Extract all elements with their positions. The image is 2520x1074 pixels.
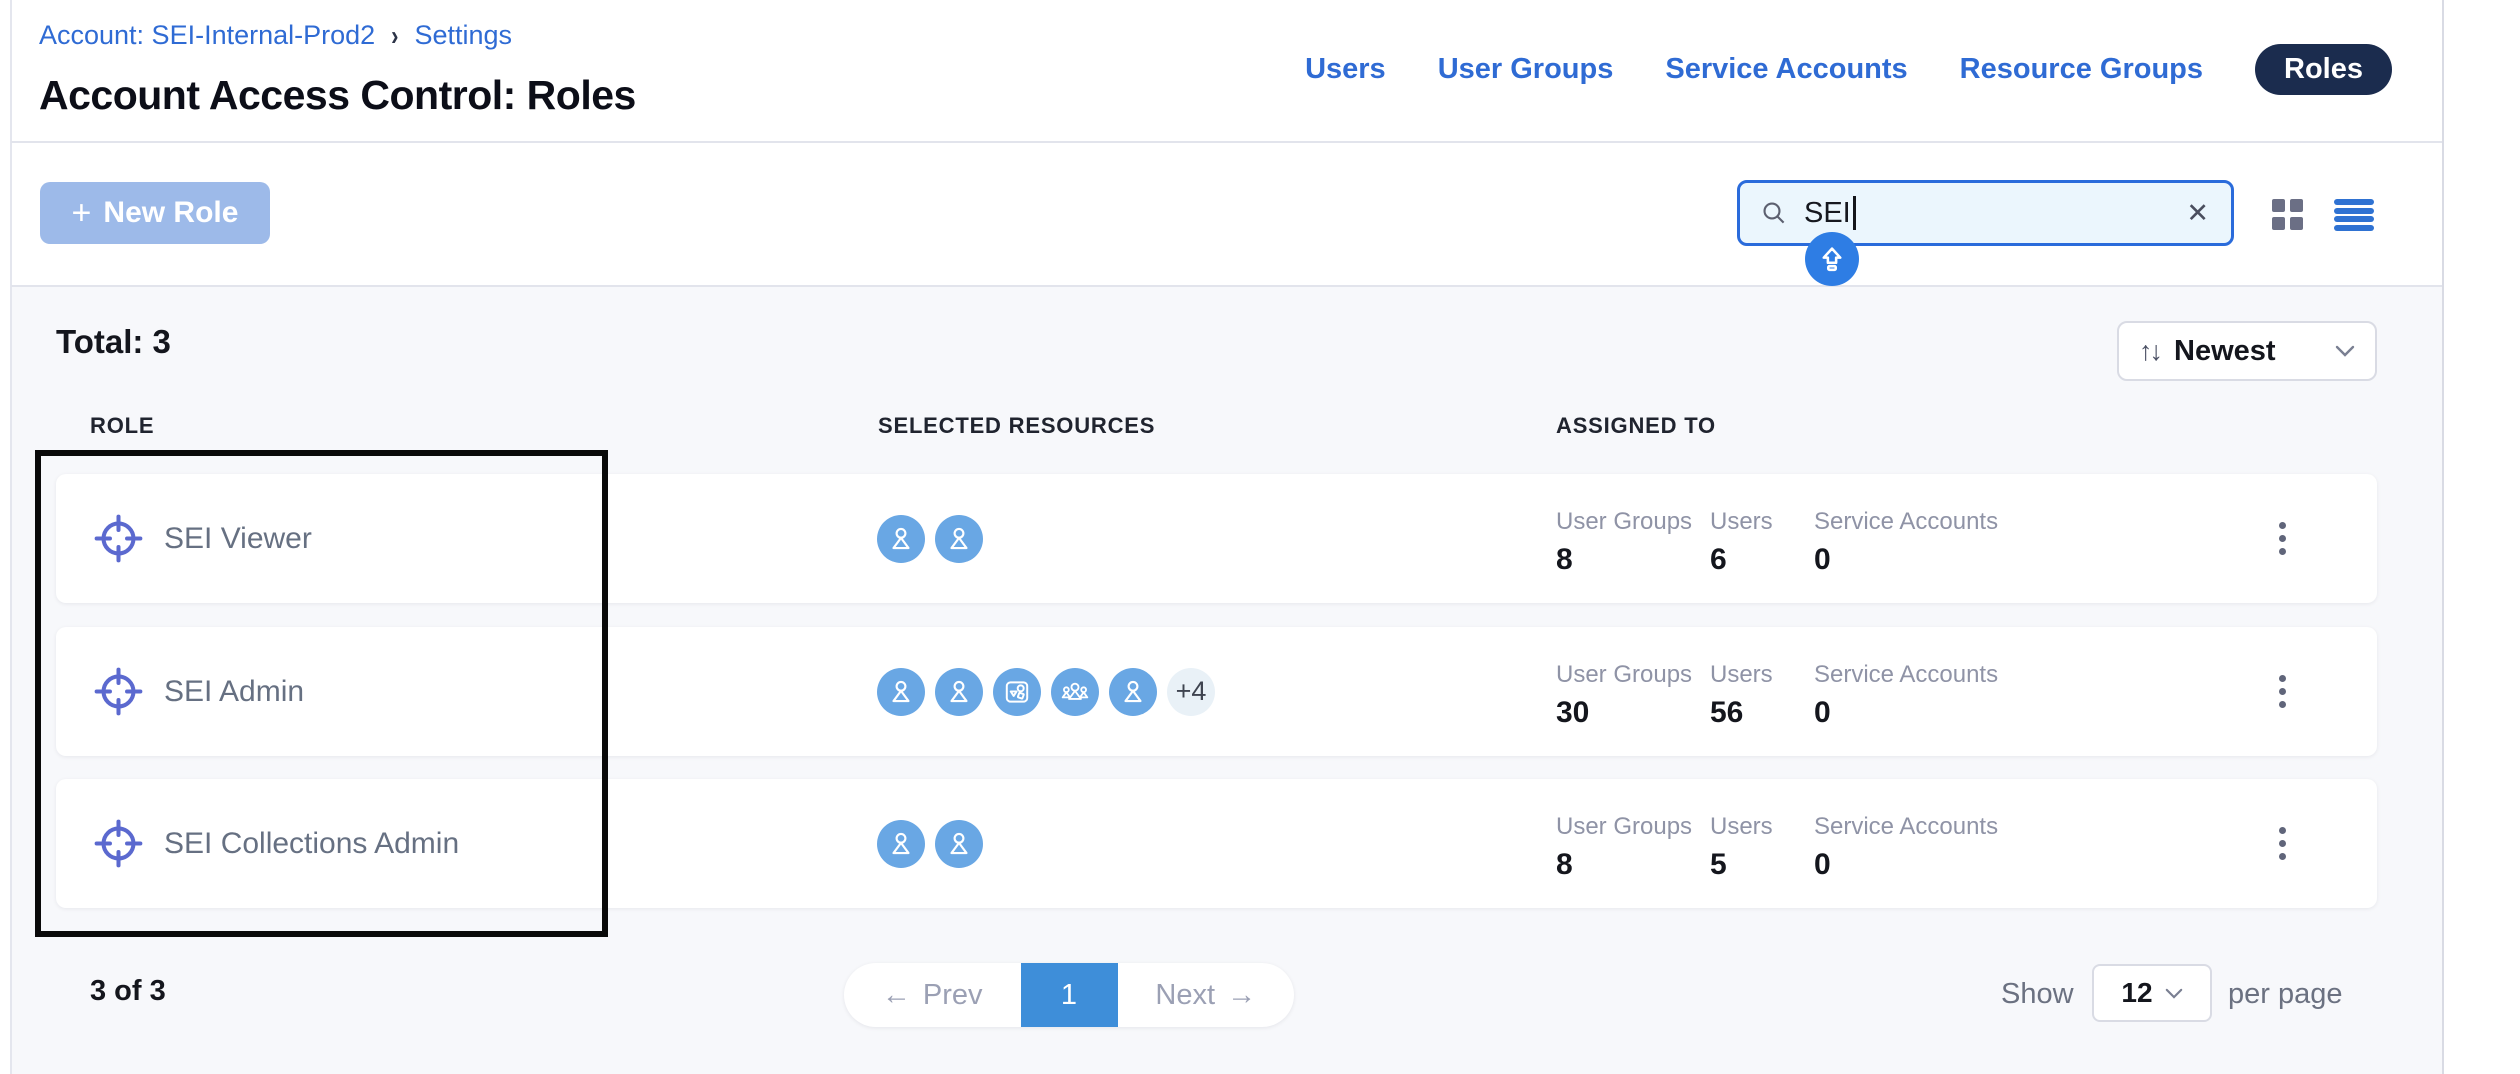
result-count: 3 of 3: [90, 975, 166, 1008]
selected-resources: +4: [877, 668, 1215, 716]
role-row-sei-collections-admin[interactable]: SEI Collections Admin User Groups8 Users…: [56, 779, 2377, 908]
list-view-icon[interactable]: [2334, 199, 2374, 231]
tab-resource-groups[interactable]: Resource Groups: [1960, 53, 2203, 86]
chevron-down-icon: [2165, 988, 2183, 999]
row-menu-kebab-icon[interactable]: [2262, 666, 2302, 718]
next-page-button[interactable]: Next →: [1118, 963, 1295, 1027]
arrow-left-icon: ←: [882, 979, 911, 1012]
assigned-user-groups: User Groups30: [1556, 661, 1692, 730]
user-resource-icon: [877, 668, 925, 716]
user-resource-icon: [935, 668, 983, 716]
selected-resources: [877, 515, 983, 563]
row-menu-kebab-icon[interactable]: [2262, 818, 2302, 870]
search-value: SEI: [1804, 196, 2182, 230]
assigned-users: Users6: [1710, 508, 1773, 577]
access-control-tabs: Users User Groups Service Accounts Resou…: [1305, 43, 2392, 95]
grid-view-icon[interactable]: [2272, 199, 2304, 231]
breadcrumb: Account: SEI-Internal-Prod2 › Settings: [39, 20, 512, 51]
new-role-button-label: New Role: [103, 196, 238, 230]
sort-value: Newest: [2174, 335, 2321, 368]
tab-service-accounts[interactable]: Service Accounts: [1665, 53, 1907, 86]
chevron-down-icon: [2335, 345, 2355, 357]
tab-roles-active[interactable]: Roles: [2255, 44, 2392, 95]
role-name: SEI Viewer: [164, 522, 312, 556]
column-header-resources: SELECTED RESOURCES: [878, 413, 1155, 439]
current-page-button[interactable]: 1: [1021, 963, 1118, 1027]
prev-page-button[interactable]: ← Prev: [844, 963, 1021, 1027]
per-page-label: per page: [2228, 978, 2343, 1011]
sort-arrows-icon: ↑↓: [2139, 336, 2160, 367]
role-name: SEI Collections Admin: [164, 827, 459, 861]
more-resources-badge: +4: [1167, 668, 1215, 716]
role-crosshair-icon: [90, 815, 147, 872]
breadcrumb-settings-link[interactable]: Settings: [415, 20, 513, 51]
header-divider: [11, 141, 2442, 143]
search-input[interactable]: SEI ✕: [1737, 180, 2234, 246]
user-resource-icon: [935, 820, 983, 868]
tab-user-groups[interactable]: User Groups: [1438, 53, 1614, 86]
assigned-service-accounts: Service Accounts0: [1814, 661, 1998, 730]
assigned-service-accounts: Service Accounts0: [1814, 813, 1998, 882]
assigned-service-accounts: Service Accounts0: [1814, 508, 1998, 577]
new-role-button[interactable]: + New Role: [40, 182, 270, 244]
column-header-role: ROLE: [90, 413, 154, 439]
page-title: Account Access Control: Roles: [39, 72, 636, 119]
left-border: [10, 0, 12, 1074]
column-header-assigned: ASSIGNED TO: [1556, 413, 1716, 439]
chevron-right-icon: ›: [391, 19, 398, 52]
arrow-right-icon: →: [1227, 979, 1256, 1012]
right-border: [2442, 0, 2444, 1074]
assigned-users: Users5: [1710, 813, 1773, 882]
assigned-user-groups: User Groups8: [1556, 508, 1692, 577]
breadcrumb-account-link[interactable]: Account: SEI-Internal-Prod2: [39, 20, 375, 51]
user-resource-icon: [1109, 668, 1157, 716]
sort-dropdown[interactable]: ↑↓ Newest: [2117, 321, 2377, 381]
tab-users[interactable]: Users: [1305, 53, 1386, 86]
group-resource-icon: [1051, 668, 1099, 716]
pagination: ← Prev 1 Next →: [844, 963, 1294, 1027]
plus-icon: +: [72, 196, 92, 230]
text-caret: [1853, 196, 1856, 230]
caps-lock-overlay-icon: [1805, 232, 1859, 286]
user-resource-icon: [877, 820, 925, 868]
user-resource-icon: [877, 515, 925, 563]
row-menu-kebab-icon[interactable]: [2262, 513, 2302, 565]
total-count: Total: 3: [56, 323, 171, 361]
show-label: Show: [2001, 978, 2074, 1011]
user-resource-icon: [935, 515, 983, 563]
selected-resources: [877, 820, 983, 868]
role-crosshair-icon: [90, 510, 147, 567]
role-name: SEI Admin: [164, 675, 304, 709]
role-crosshair-icon: [90, 663, 147, 720]
role-row-sei-admin[interactable]: SEI Admin +4 User Groups30 Users56 Servi…: [56, 627, 2377, 756]
assigned-user-groups: User Groups8: [1556, 813, 1692, 882]
assigned-users: Users56: [1710, 661, 1773, 730]
search-icon: [1758, 197, 1790, 229]
clear-search-icon[interactable]: ✕: [2182, 198, 2213, 229]
insights-resource-icon: [993, 668, 1041, 716]
toolbar-divider: [11, 285, 2442, 287]
role-row-sei-viewer[interactable]: SEI Viewer User Groups8 Users6 Service A…: [56, 474, 2377, 603]
roles-page: Account: SEI-Internal-Prod2 › Settings A…: [0, 0, 2520, 1074]
page-size-select[interactable]: 12: [2092, 964, 2212, 1022]
